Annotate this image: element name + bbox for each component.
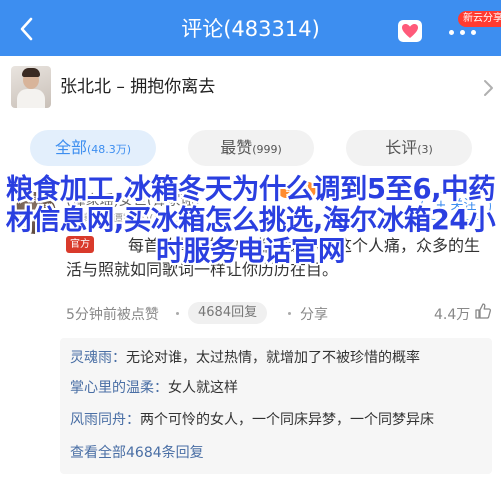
separator-dot [176, 312, 179, 315]
tab-all[interactable]: 全部(48.3万) [30, 130, 156, 166]
album-cover [11, 66, 51, 108]
reply-item[interactable]: 风雨同舟：两个可怜的女人，一个同床异梦，一个同梦异床 [70, 410, 485, 430]
song-title: 张北北 – 拥抱你离去 [60, 77, 216, 97]
thumbs-up-icon[interactable] [474, 302, 492, 320]
share-link[interactable]: 分享 [300, 304, 328, 324]
share-badge: 新云分享 [458, 11, 501, 27]
replies-box: 灵魂雨：无论对谁，太过热情，就增加了不被珍惜的概率 掌心里的温柔：女人就这样 风… [60, 338, 492, 474]
chevron-right-icon [484, 80, 493, 96]
comment-time: 5分钟前被点赞 [66, 307, 159, 323]
tab-long-comments[interactable]: 长评(3) [346, 130, 472, 166]
overlay-link-text[interactable]: 粮食加工,冰箱冬天为什么调到5至6,中药材信息网,买冰箱怎么挑选,海尔冰箱24小… [2, 174, 499, 267]
tab-top-liked[interactable]: 最赞(999) [188, 130, 314, 166]
separator-dot [288, 312, 291, 315]
page-title: 评论(483314) [181, 17, 320, 41]
reply-item[interactable]: 灵魂雨：无论对谁，太过热情，就增加了不被珍惜的概率 [70, 348, 485, 368]
overlay-link[interactable]: 粮食加工,冰箱冬天为什么调到5至6,中药材信息网,买冰箱怎么挑选,海尔冰箱24小… [6, 173, 496, 267]
more-dots-icon[interactable] [448, 28, 478, 38]
view-all-replies-link[interactable]: 查看全部4684条回复 [70, 442, 204, 462]
replies-button[interactable]: 4684回复 [188, 302, 268, 324]
heart-box-icon[interactable] [398, 20, 422, 42]
comment-filter-tabs: 全部(48.3万) 最赞(999) 长评(3) [0, 130, 501, 168]
reply-item[interactable]: 掌心里的温柔：女人就这样 [70, 378, 485, 398]
like-count: 4.4万 [434, 307, 471, 323]
top-bar: 评论(483314) 新云分享 [0, 0, 501, 56]
song-row[interactable]: 张北北 – 拥抱你离去 [0, 56, 501, 120]
